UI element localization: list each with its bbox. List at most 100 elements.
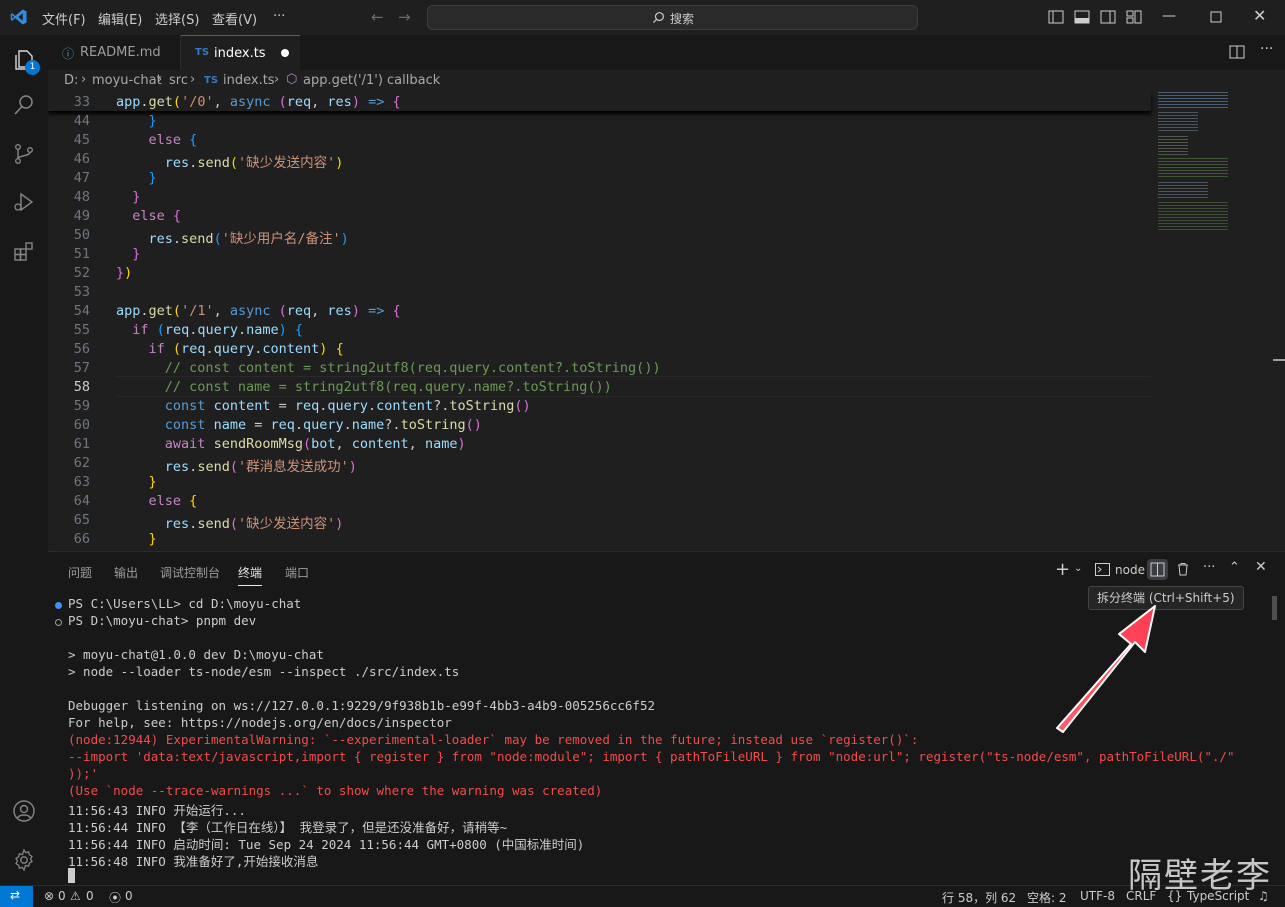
line-number: 62 bbox=[73, 455, 90, 471]
command-center-search[interactable]: 搜索 bbox=[427, 5, 918, 30]
tab-readme[interactable]: ⓘ README.md bbox=[48, 35, 181, 70]
code-line: const name = req.query.name?.toString() bbox=[164, 417, 482, 433]
line-number: 56 bbox=[73, 341, 90, 357]
tab-output[interactable]: 输出 bbox=[114, 564, 138, 581]
settings-gear-icon[interactable] bbox=[12, 848, 36, 872]
typescript-file-icon: TS bbox=[195, 47, 210, 58]
code-line: res.send('缺少发送内容') bbox=[164, 516, 344, 532]
chevron-right-icon: › bbox=[274, 72, 280, 87]
close-panel-icon[interactable]: ✕ bbox=[1255, 559, 1267, 575]
warning-icon[interactable]: ⚠ bbox=[70, 889, 81, 903]
terminal-instance-name[interactable]: node bbox=[1115, 563, 1145, 577]
ports-broadcast-icon[interactable]: ⦿ bbox=[109, 889, 121, 906]
line-number: 49 bbox=[73, 208, 90, 224]
terminal-icon bbox=[1095, 563, 1110, 576]
forward-arrow-icon[interactable]: → bbox=[398, 8, 411, 26]
code-line: }) bbox=[116, 265, 133, 281]
terminal-warning-line: (Use `node --trace-warnings ...` to show… bbox=[68, 783, 603, 798]
tab-label: index.ts bbox=[214, 46, 266, 61]
line-number: 66 bbox=[73, 531, 90, 547]
toggle-panel-icon[interactable] bbox=[1074, 10, 1090, 25]
toggle-secondary-sidebar-icon[interactable] bbox=[1100, 10, 1116, 25]
extensions-icon[interactable] bbox=[12, 239, 36, 263]
maximize-icon[interactable] bbox=[1210, 11, 1222, 23]
trash-icon[interactable] bbox=[1176, 562, 1190, 577]
watermark: 隔壁老李 bbox=[1128, 856, 1272, 896]
breadcrumb-folder[interactable]: moyu-chat bbox=[92, 73, 162, 88]
line-number: 57 bbox=[73, 360, 90, 376]
code-line: // const name = string2utf8(req.query.na… bbox=[164, 379, 612, 395]
split-terminal-icon bbox=[1150, 562, 1165, 577]
line-number: 65 bbox=[73, 512, 90, 528]
code-line: } bbox=[132, 246, 141, 262]
minimap[interactable] bbox=[1158, 92, 1238, 242]
command-success-decoration[interactable] bbox=[55, 602, 62, 609]
line-number: 47 bbox=[73, 170, 90, 186]
code-editor[interactable]: 33 app.get('/0', async (req, res) => { 4… bbox=[48, 92, 1285, 550]
breadcrumb-drive[interactable]: D: bbox=[64, 73, 78, 88]
run-debug-icon[interactable] bbox=[12, 190, 36, 214]
breadcrumb-symbol[interactable]: app.get('/1') callback bbox=[303, 73, 440, 88]
menu-more[interactable]: ··· bbox=[273, 9, 285, 24]
remote-indicator[interactable]: ⇄ bbox=[0, 886, 33, 907]
line-number: 46 bbox=[73, 151, 90, 167]
cursor-position[interactable]: 行 58，列 62 bbox=[942, 889, 1016, 906]
code-line: } bbox=[148, 113, 157, 129]
menu-edit[interactable]: 编辑(E) bbox=[98, 9, 142, 28]
breadcrumb-src[interactable]: src bbox=[169, 73, 188, 88]
ports-count[interactable]: 0 bbox=[125, 889, 133, 903]
line-number: 60 bbox=[73, 417, 90, 433]
encoding[interactable]: UTF-8 bbox=[1080, 889, 1115, 903]
code-line: if (req.query.content) { bbox=[148, 341, 344, 357]
tab-index-ts[interactable]: TS index.ts bbox=[181, 35, 300, 71]
unsaved-dot-icon[interactable] bbox=[281, 49, 289, 57]
line-number: 55 bbox=[73, 322, 90, 338]
split-editor-icon[interactable] bbox=[1229, 45, 1245, 60]
terminal-warning-line: (node:12944) ExperimentalWarning: `--exp… bbox=[68, 732, 919, 747]
split-terminal-button[interactable] bbox=[1147, 559, 1168, 580]
menu-selection[interactable]: 选择(S) bbox=[155, 9, 199, 28]
chevron-right-icon: › bbox=[190, 72, 196, 87]
command-decoration[interactable] bbox=[55, 619, 62, 626]
tab-ports[interactable]: 端口 bbox=[285, 564, 309, 581]
sticky-scroll[interactable]: 33 app.get('/0', async (req, res) => { bbox=[48, 92, 1151, 111]
maximize-panel-chevron-up-icon[interactable]: ⌃ bbox=[1229, 560, 1240, 575]
line-number: 59 bbox=[73, 398, 90, 414]
toggle-primary-sidebar-icon[interactable] bbox=[1048, 10, 1064, 25]
code-line: app.get('/0', async (req, res) => { bbox=[116, 94, 401, 110]
close-window-icon[interactable]: ✕ bbox=[1253, 6, 1266, 25]
chevron-down-icon[interactable]: ⌄ bbox=[1074, 563, 1082, 574]
typescript-file-icon: TS bbox=[204, 75, 219, 86]
minimize-icon[interactable]: — bbox=[1162, 8, 1176, 24]
customize-layout-icon[interactable] bbox=[1126, 10, 1142, 25]
new-terminal-plus-icon[interactable]: + bbox=[1055, 559, 1070, 580]
line-number: 58 bbox=[73, 379, 90, 395]
source-control-icon[interactable] bbox=[12, 142, 36, 166]
warning-count[interactable]: 0 bbox=[86, 889, 94, 903]
code-line: res.send('群消息发送成功') bbox=[164, 459, 357, 475]
code-line: await sendRoomMsg(bot, content, name) bbox=[164, 436, 466, 452]
terminal-scrollbar[interactable] bbox=[1272, 596, 1277, 620]
search-label: 搜索 bbox=[670, 12, 695, 26]
more-actions-icon[interactable]: ··· bbox=[1203, 560, 1215, 575]
code-line: } bbox=[148, 474, 157, 490]
code-line: if (req.query.name) { bbox=[132, 322, 304, 338]
more-actions-icon[interactable]: ··· bbox=[1260, 41, 1273, 57]
vscode-logo-icon bbox=[10, 9, 27, 25]
menu-file[interactable]: 文件(F) bbox=[42, 9, 86, 28]
code-line: else { bbox=[148, 132, 198, 148]
search-view-icon[interactable] bbox=[12, 93, 36, 117]
error-icon[interactable]: ⊗ bbox=[44, 889, 54, 903]
tab-debug-console[interactable]: 调试控制台 bbox=[160, 564, 220, 581]
tab-terminal[interactable]: 终端 bbox=[238, 564, 263, 586]
breadcrumb-file[interactable]: index.ts bbox=[223, 73, 275, 88]
editor-tab-bar: ⓘ README.md TS index.ts ··· bbox=[48, 35, 1285, 71]
line-number: 45 bbox=[73, 132, 90, 148]
terminal-warning-line: --import 'data:text/javascript,import { … bbox=[68, 749, 1235, 764]
tab-problems[interactable]: 问题 bbox=[68, 564, 92, 581]
indentation[interactable]: 空格: 2 bbox=[1027, 889, 1067, 906]
menu-view[interactable]: 查看(V) bbox=[212, 9, 257, 28]
accounts-icon[interactable] bbox=[12, 799, 36, 823]
back-arrow-icon[interactable]: ← bbox=[371, 8, 384, 26]
error-count[interactable]: 0 bbox=[58, 889, 66, 903]
